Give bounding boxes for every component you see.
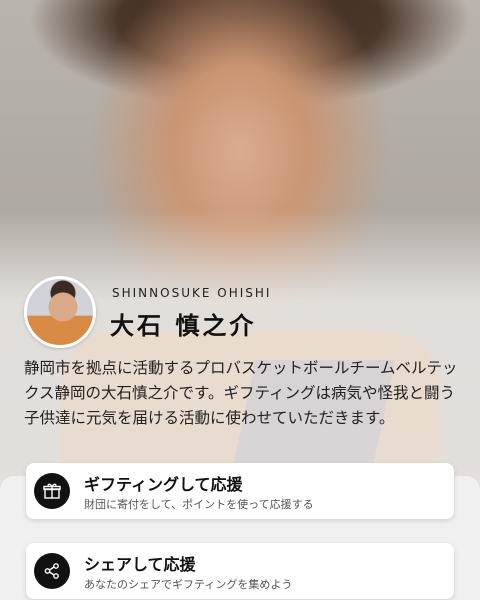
player-name-jp: 大石 慎之介: [110, 312, 257, 340]
gift-support-button[interactable]: ギフティングして応援 財団に寄付をして、ポイントを使って応援する: [26, 463, 454, 519]
player-name-en: SHINNOSUKE OHISHI: [112, 286, 272, 300]
player-description: 静岡市を拠点に活動するプロバスケットボールチームベルテックス静岡の大石慎之介です…: [24, 359, 458, 427]
share-icon: [34, 553, 70, 589]
gift-support-title: ギフティングして応援: [84, 475, 243, 494]
gift-support-subtitle: 財団に寄付をして、ポイントを使って応援する: [84, 498, 314, 511]
share-support-subtitle: あなたのシェアでギフティングを集めよう: [84, 578, 293, 591]
avatar: [24, 276, 96, 348]
share-support-button[interactable]: シェアして応援 あなたのシェアでギフティングを集めよう: [26, 543, 454, 599]
gift-icon: [34, 473, 70, 509]
share-support-title: シェアして応援: [84, 555, 196, 574]
